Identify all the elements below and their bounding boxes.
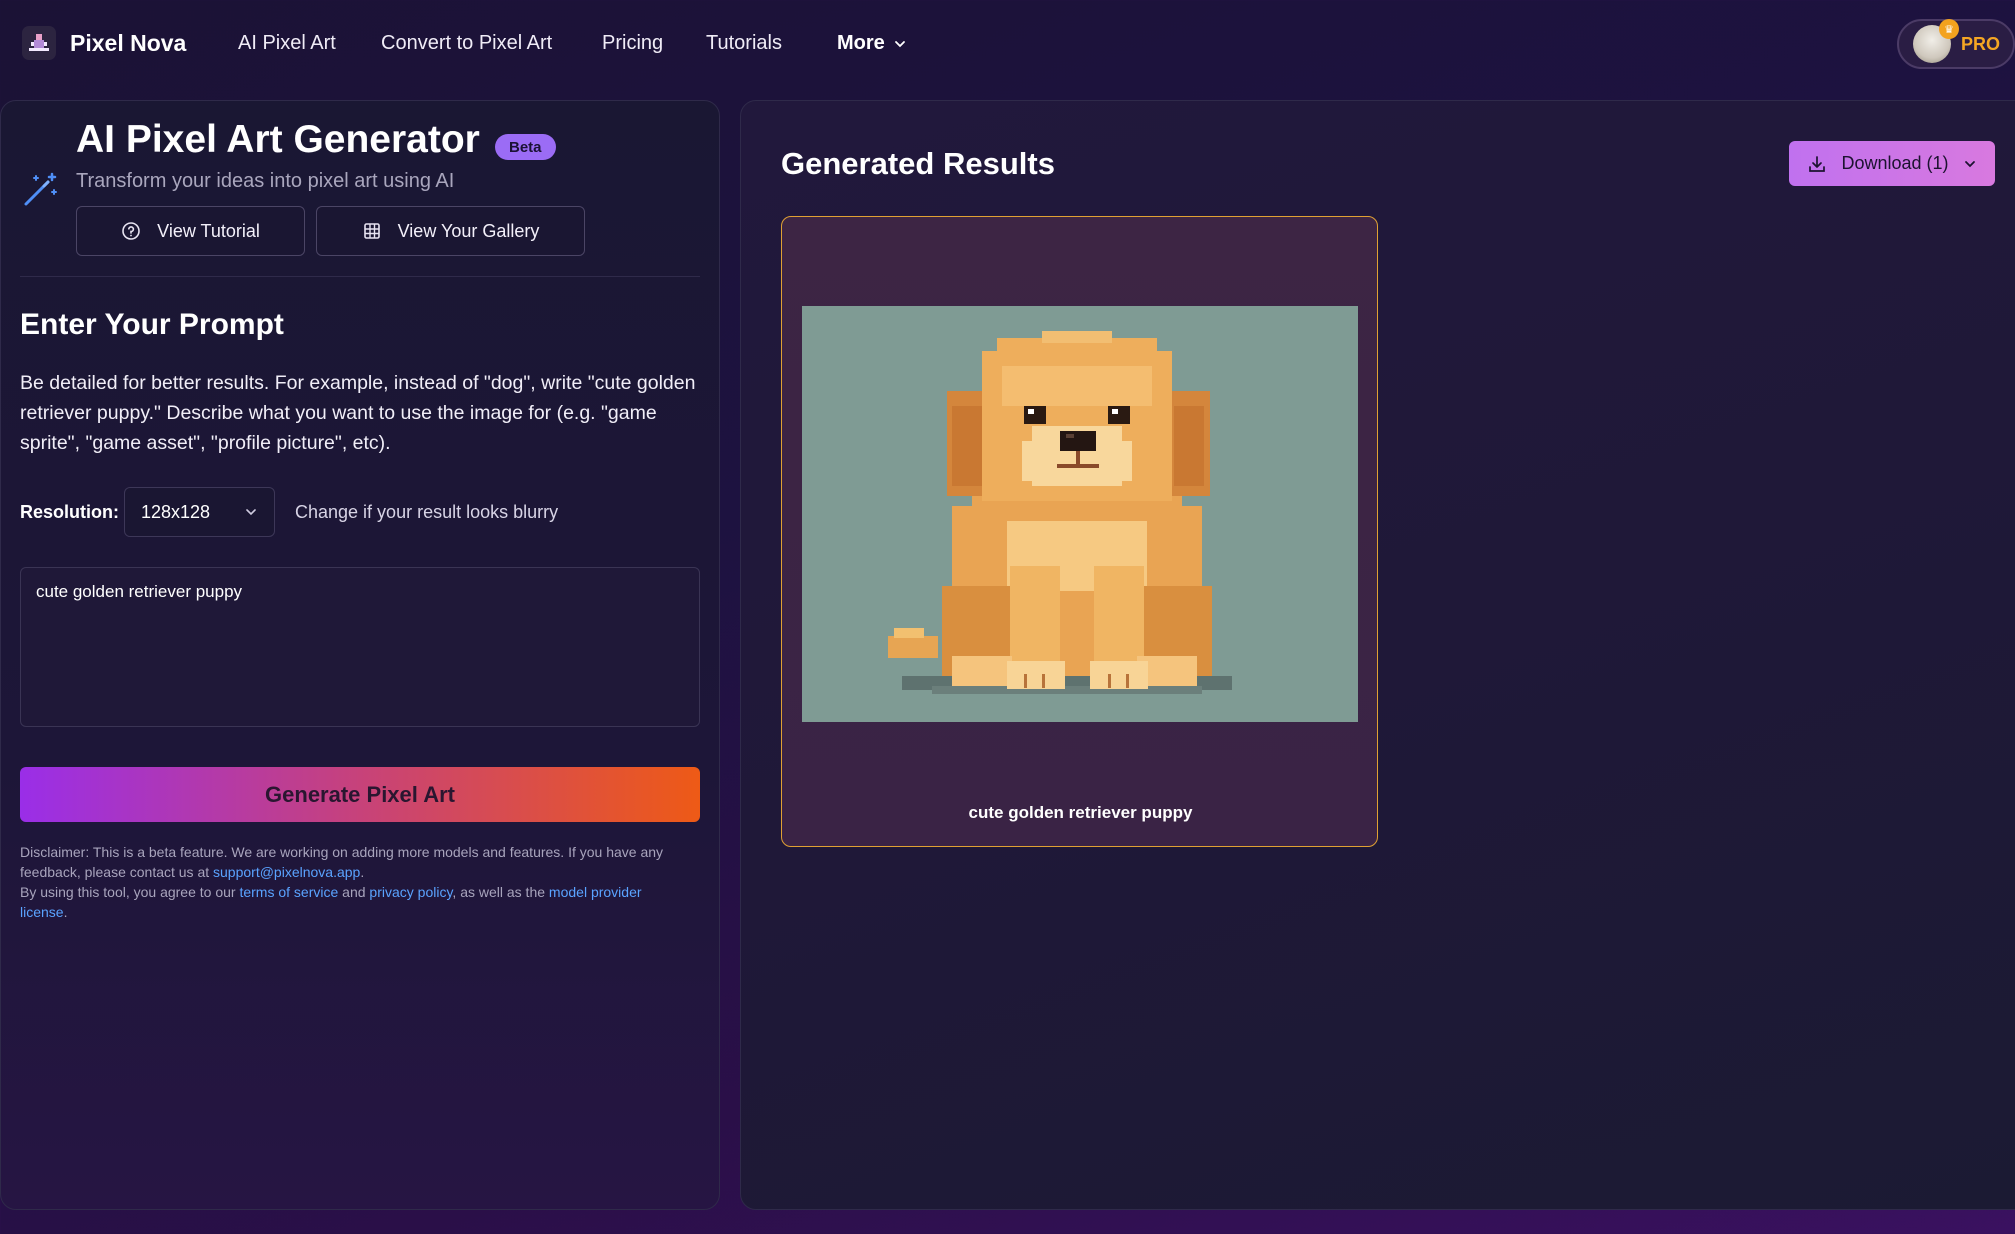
disclaimer: Disclaimer: This is a beta feature. We a… [20, 842, 680, 922]
pro-account-button[interactable]: ♛ PRO [1897, 19, 2015, 69]
disclaimer-period: . [360, 864, 365, 880]
resolution-select[interactable]: 128x128 [124, 487, 275, 537]
page-title: AI Pixel Art Generator [76, 118, 480, 161]
resolution-label: Resolution: [20, 502, 119, 522]
pro-label: PRO [1961, 33, 2001, 54]
brand[interactable]: Pixel Nova [22, 26, 186, 60]
resolution-value: 128x128 [141, 501, 211, 522]
view-tutorial-label: View Tutorial [157, 220, 260, 241]
crown-icon: ♛ [1939, 19, 1959, 39]
prompt-description: Be detailed for better results. For exam… [20, 372, 696, 454]
nav-pricing[interactable]: Pricing [602, 32, 663, 55]
support-email-link[interactable]: support@pixelnova.app [213, 864, 360, 880]
prompt-input[interactable] [20, 567, 700, 727]
chevron-down-icon [1964, 160, 1975, 167]
chevron-down-icon [894, 40, 905, 47]
generated-image[interactable] [802, 306, 1358, 722]
result-card[interactable]: cute golden retriever puppy [781, 216, 1378, 847]
top-nav: Pixel Nova AI Pixel Art Convert to Pixel… [0, 0, 2015, 90]
page-subtitle: Transform your ideas into pixel art usin… [76, 170, 455, 192]
view-tutorial-button[interactable]: View Tutorial [76, 206, 305, 256]
nav-more-menu[interactable]: More [837, 32, 907, 55]
privacy-link[interactable]: privacy policy [369, 884, 452, 900]
help-circle-icon [122, 222, 140, 240]
agreement-and: and [338, 884, 370, 900]
agreement-as-well: , as well as the [452, 884, 549, 900]
generate-button[interactable]: Generate Pixel Art [20, 767, 700, 822]
result-caption: cute golden retriever puppy [968, 803, 1193, 822]
results-title: Generated Results [781, 146, 1055, 181]
view-gallery-button[interactable]: View Your Gallery [316, 206, 585, 256]
nav-more-label: More [837, 32, 885, 54]
brand-name: Pixel Nova [70, 29, 187, 56]
avatar: ♛ [1913, 19, 1959, 63]
nav-tutorials[interactable]: Tutorials [706, 32, 782, 55]
grid-icon [363, 223, 380, 239]
download-icon [1809, 155, 1826, 172]
terms-link[interactable]: terms of service [239, 884, 338, 900]
agreement-end: . [63, 904, 68, 920]
nav-convert-to-pixel-art[interactable]: Convert to Pixel Art [381, 32, 552, 55]
chevron-down-icon [246, 509, 256, 516]
resolution-hint: Change if your result looks blurry [295, 502, 559, 522]
agreement-text: By using this tool, you agree to our [20, 884, 240, 900]
prompt-heading: Enter Your Prompt [20, 308, 284, 341]
download-button[interactable]: Download (1) [1789, 141, 1995, 186]
magic-wand-icon [24, 172, 57, 206]
app-logo-icon [22, 26, 56, 60]
download-label: Download (1) [1841, 153, 1949, 173]
view-gallery-label: View Your Gallery [397, 220, 540, 241]
divider [20, 276, 700, 277]
nav-ai-pixel-art[interactable]: AI Pixel Art [238, 32, 336, 55]
beta-badge: Beta [495, 134, 556, 160]
